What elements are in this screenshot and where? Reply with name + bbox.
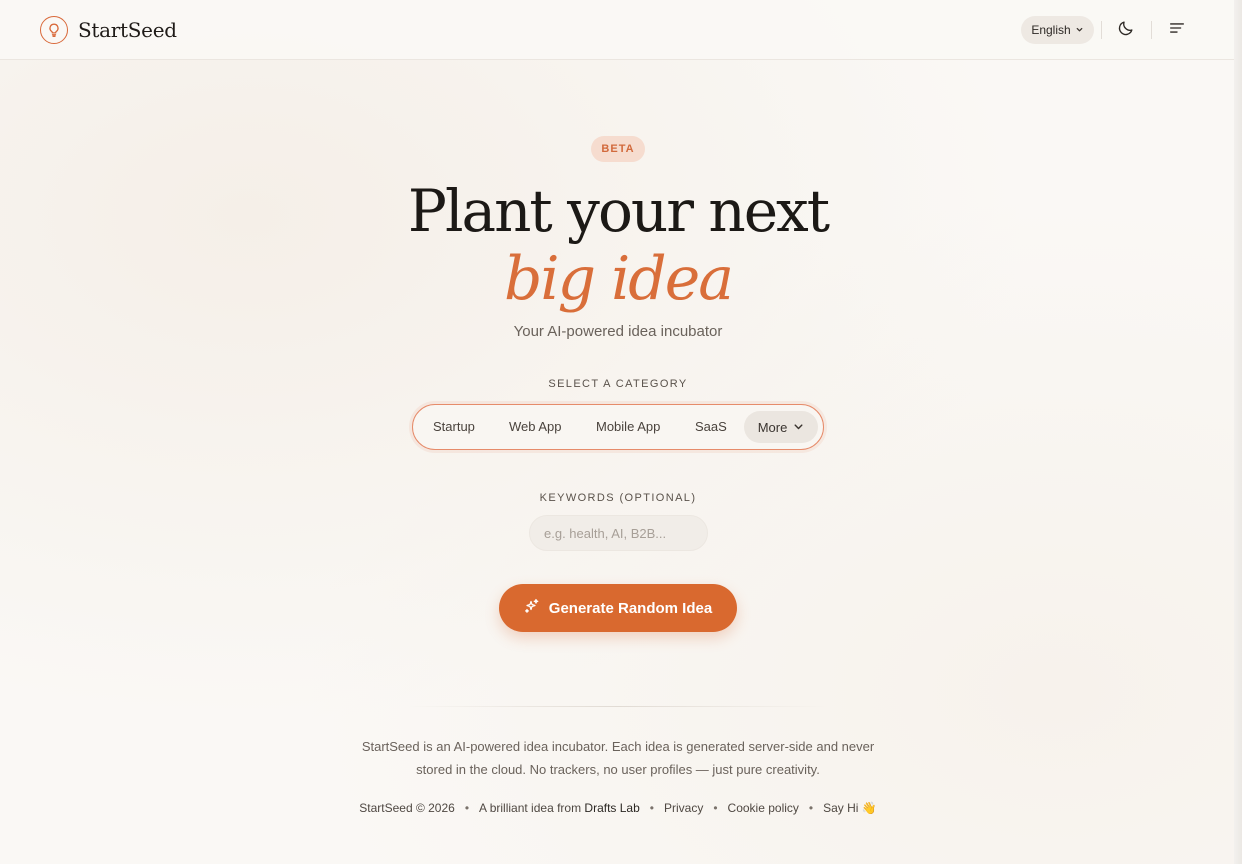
page-title: Plant your next: [407, 177, 830, 245]
header-divider: [1101, 21, 1102, 39]
footer-description-line: StartSeed is an AI-powered idea incubato…: [361, 739, 875, 754]
copyright: StartSeed © 2026: [359, 801, 455, 815]
header-divider: [1151, 21, 1152, 39]
logo[interactable]: StartSeed: [40, 16, 177, 44]
category-selector: Startup Web App Mobile App SaaS More: [412, 404, 824, 450]
category-web-app[interactable]: Web App: [509, 405, 562, 448]
footer-description: StartSeed is an AI-powered idea incubato…: [340, 735, 896, 781]
keywords-label: KEYWORDS (OPTIONAL): [539, 492, 697, 504]
generate-label: Generate Random Idea: [548, 599, 713, 617]
separator-dot: •: [464, 801, 470, 815]
keywords-input[interactable]: [529, 515, 708, 551]
theme-toggle-button[interactable]: [1114, 18, 1138, 42]
drafts-lab-link[interactable]: Drafts Lab: [584, 801, 639, 815]
credit: A brilliant idea from Drafts Lab: [479, 801, 640, 815]
menu-icon: [1168, 19, 1186, 42]
tagline: Your AI-powered idea incubator: [513, 323, 723, 340]
waving-hand-icon: 👋: [861, 801, 877, 815]
beta-badge: BETA: [591, 136, 645, 162]
sparkles-icon: [524, 598, 540, 618]
scrollbar[interactable]: [1234, 0, 1242, 864]
cookie-policy-link[interactable]: Cookie policy: [728, 801, 799, 815]
category-label: SELECT A CATEGORY: [548, 378, 688, 390]
category-more-button[interactable]: More: [744, 411, 818, 443]
category-startup[interactable]: Startup: [433, 405, 475, 448]
language-label: English: [1031, 23, 1071, 37]
logo-text: StartSeed: [78, 18, 177, 42]
footer-description-line: stored in the cloud. No trackers, no use…: [416, 762, 820, 777]
separator-dot: •: [713, 801, 718, 815]
category-mobile-app[interactable]: Mobile App: [596, 405, 660, 448]
top-header: StartSeed English: [0, 0, 1234, 60]
footer-links: StartSeed © 2026 • A brilliant idea from…: [0, 801, 1236, 815]
say-hi-link[interactable]: Say Hi 👋: [823, 801, 877, 815]
privacy-link[interactable]: Privacy: [664, 801, 703, 815]
credit-prefix: A brilliant idea from: [479, 801, 585, 815]
more-label: More: [757, 419, 788, 435]
moon-icon: [1117, 19, 1135, 42]
chevron-down-icon: [793, 420, 804, 435]
separator-dot: •: [808, 801, 814, 815]
page-title-accent: big idea: [504, 244, 734, 314]
footer-divider: [408, 706, 828, 707]
language-select[interactable]: English: [1021, 16, 1094, 44]
menu-button[interactable]: [1165, 18, 1189, 42]
say-hi-label: Say Hi: [823, 801, 859, 815]
generate-idea-button[interactable]: Generate Random Idea: [499, 584, 737, 632]
category-saas[interactable]: SaaS: [695, 405, 727, 448]
separator-dot: •: [649, 801, 654, 815]
chevron-down-icon: [1075, 23, 1084, 37]
lightbulb-icon: [40, 16, 68, 44]
